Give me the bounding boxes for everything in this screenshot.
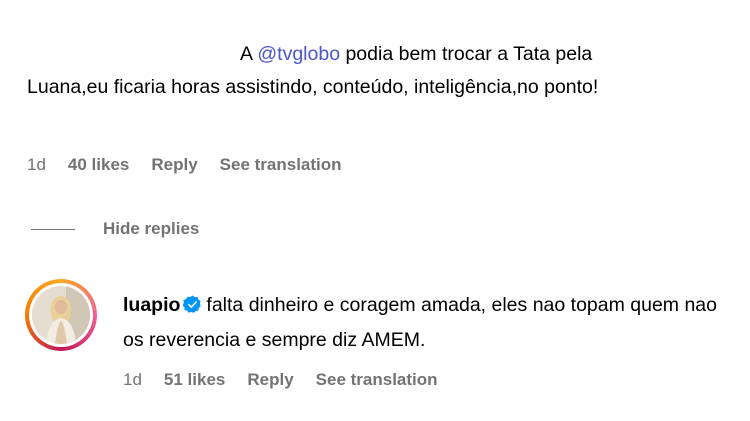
comment-time: 1d bbox=[27, 155, 46, 174]
avatar-figure-icon bbox=[32, 286, 90, 344]
avatar-ring-gap bbox=[29, 283, 93, 347]
reply-avatar[interactable] bbox=[25, 279, 97, 351]
hide-replies-label: Hide replies bbox=[103, 219, 200, 238]
hide-replies-line bbox=[31, 228, 75, 230]
hide-replies-button[interactable]: Hide replies bbox=[31, 219, 199, 239]
reply-meta: 1d 51 likes Reply See translation bbox=[123, 370, 460, 390]
reply-likes[interactable]: 51 likes bbox=[164, 370, 225, 390]
comment-reply-button[interactable]: Reply bbox=[151, 155, 197, 175]
reply-text: luapio falta dinheiro e coragem amada, el… bbox=[123, 289, 733, 356]
comment-line-1: A @tvglobo podia bem trocar a Tata pela bbox=[27, 38, 727, 71]
avatar-photo bbox=[32, 286, 90, 344]
reply-username[interactable]: luapio bbox=[123, 294, 180, 316]
comment-text-rest: Luana,eu ficaria horas assistindo, conte… bbox=[27, 76, 599, 98]
mention-link[interactable]: @tvglobo bbox=[257, 43, 340, 65]
comment-see-translation-button[interactable]: See translation bbox=[220, 155, 342, 175]
comment-text-line1-rest: podia bem trocar a Tata pela bbox=[340, 43, 593, 65]
reply-body: falta dinheiro e coragem amada, eles nao… bbox=[123, 294, 717, 351]
comment-likes[interactable]: 40 likes bbox=[68, 155, 129, 175]
comment-meta: 1d 40 likes Reply See translation bbox=[27, 155, 364, 175]
comment-text-prefix: A bbox=[240, 43, 258, 65]
reply-time: 1d bbox=[123, 370, 142, 389]
verified-badge-icon bbox=[183, 292, 202, 324]
reply-reply-button[interactable]: Reply bbox=[247, 370, 293, 390]
reply-see-translation-button[interactable]: See translation bbox=[316, 370, 438, 390]
comment-text: A @tvglobo podia bem trocar a Tata pela … bbox=[27, 38, 727, 104]
